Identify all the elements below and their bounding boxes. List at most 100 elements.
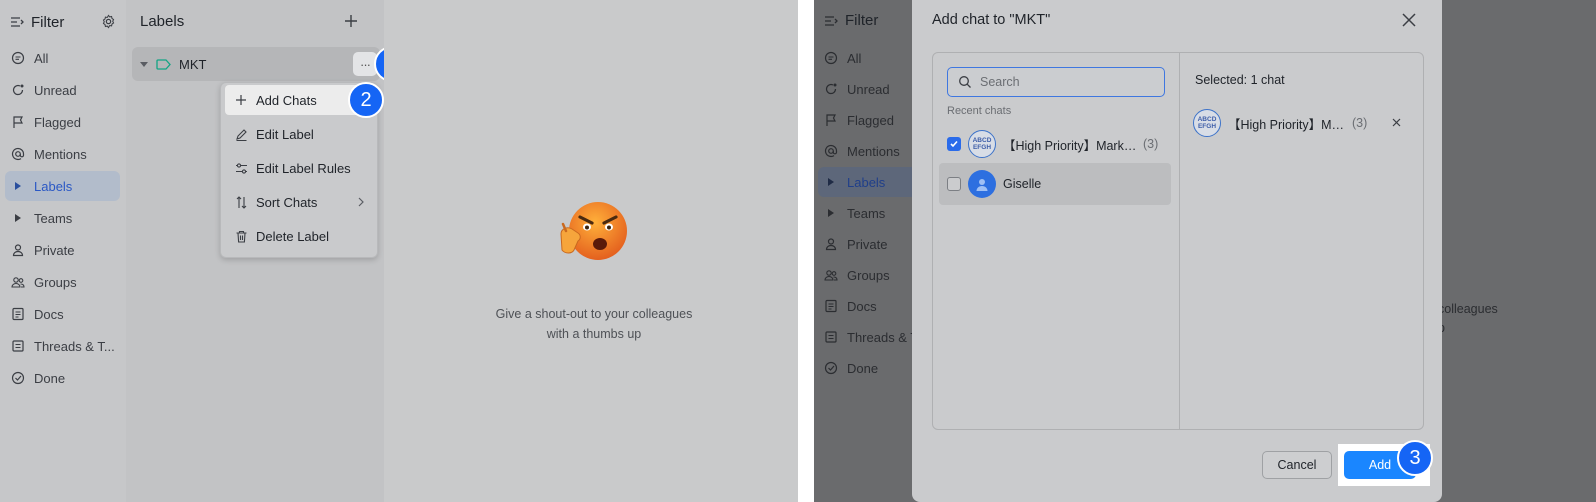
empty-state-line-1: Give a shout-out to your colleagues	[495, 307, 693, 321]
sidebar-item-mentions[interactable]: Mentions	[5, 139, 120, 169]
angry-emoji-icon	[560, 202, 627, 260]
dialog-title: Add chat to "MKT"	[932, 12, 1051, 28]
recent-chats-label: Recent chats	[947, 105, 1012, 117]
checkbox-checked[interactable]	[947, 137, 961, 151]
menu-item-edit-label[interactable]: Edit Label	[225, 119, 375, 149]
chat-row-high-priority[interactable]: ABCD EFGH 【High Priority】Marke... (3)	[939, 123, 1171, 165]
sidebar-title: Filter	[845, 12, 879, 29]
search-field[interactable]	[947, 67, 1165, 97]
user-avatar-icon	[968, 170, 996, 198]
right-screenshot: Filter All Unread Flagged Mentions Label…	[814, 0, 1596, 502]
thread-icon	[824, 330, 838, 344]
filter-icon	[825, 15, 838, 26]
tag-icon	[156, 58, 171, 70]
sidebar-item-label: Mentions	[34, 146, 87, 162]
group-icon	[11, 275, 25, 289]
sidebar-item-label: Groups	[847, 267, 890, 283]
sidebar-header: Filter	[10, 12, 116, 32]
empty-state-line-2: with a thumbs up	[546, 327, 642, 341]
labels-title: Labels	[140, 13, 185, 30]
sliders-icon	[234, 161, 248, 175]
caret-down-icon[interactable]	[140, 61, 148, 67]
plus-icon[interactable]	[342, 12, 360, 30]
menu-item-edit-label-rules[interactable]: Edit Label Rules	[225, 153, 375, 183]
sidebar-item-label: All	[847, 50, 862, 66]
sidebar-item-docs[interactable]: Docs	[5, 299, 120, 329]
menu-item-label: Edit Label Rules	[256, 160, 351, 176]
triangle-icon	[824, 206, 838, 220]
chat-row-giselle[interactable]: Giselle	[939, 163, 1171, 205]
group-icon	[824, 268, 838, 282]
checkbox-unchecked[interactable]	[947, 177, 961, 191]
chat-bubble-icon	[11, 51, 25, 65]
sidebar-item-flagged[interactable]: Flagged	[5, 107, 120, 137]
chat-bubble-icon	[824, 51, 838, 65]
filter-icon[interactable]	[10, 15, 24, 29]
refresh-icon	[824, 82, 838, 96]
column-divider	[1179, 53, 1180, 429]
sidebar-item-label: Docs	[847, 298, 877, 314]
sidebar-item-label: Docs	[34, 306, 64, 322]
close-icon[interactable]	[1401, 12, 1417, 28]
plus-icon	[234, 93, 248, 107]
pencil-icon	[234, 127, 248, 141]
sidebar-item-label: Threads & T...	[34, 338, 115, 354]
sidebar-item-labels[interactable]: Labels	[5, 171, 120, 201]
group-avatar: ABCD EFGH	[1193, 109, 1221, 137]
remove-icon[interactable]	[1391, 117, 1402, 128]
sidebar-item-label: Mentions	[847, 143, 900, 159]
member-count: (3)	[1352, 116, 1368, 130]
menu-item-label: Sort Chats	[256, 194, 318, 210]
sidebar-item-label: Teams	[34, 210, 73, 226]
filter-sidebar: Filter All Unread Flagged Mentions Label…	[0, 0, 126, 502]
flag-icon	[11, 115, 25, 129]
sidebar-title: Filter	[31, 13, 65, 31]
sidebar-item-unread[interactable]: Unread	[5, 75, 120, 105]
sidebar-item-done[interactable]: Done	[5, 363, 120, 393]
step-badge-2: 2	[348, 82, 384, 118]
thread-icon	[11, 339, 25, 353]
at-icon	[11, 147, 25, 161]
member-count: (3)	[1143, 137, 1159, 151]
sidebar-header: Filter	[824, 12, 878, 29]
selected-chat-item: ABCD EFGH 【High Priority】Mark... (3)	[1193, 108, 1415, 138]
sidebar-item-teams[interactable]: Teams	[5, 203, 120, 233]
sort-icon	[234, 195, 248, 209]
gear-icon[interactable]	[101, 14, 116, 29]
add-chat-dialog: Add chat to "MKT" Recent chats ABCD EFGH…	[912, 0, 1442, 502]
sidebar-item-label: Flagged	[847, 112, 894, 128]
selected-count-label: Selected: 1 chat	[1195, 73, 1285, 87]
triangle-icon	[824, 175, 838, 189]
search-icon	[959, 76, 971, 88]
sidebar-item-label: Private	[847, 236, 888, 252]
sidebar-item-label: Labels	[34, 178, 73, 194]
sidebar-item-label: Labels	[847, 174, 886, 190]
sidebar-item-label: Unread	[34, 82, 77, 98]
sidebar-item-label: Groups	[34, 274, 77, 290]
sidebar-item-threads[interactable]: Threads & T...	[5, 331, 120, 361]
at-icon	[824, 144, 838, 158]
sidebar-item-private[interactable]: Private	[5, 235, 120, 265]
check-circle-icon	[11, 371, 25, 385]
sidebar-item-groups[interactable]: Groups	[5, 267, 120, 297]
menu-item-sort-chats[interactable]: Sort Chats	[225, 187, 375, 217]
chat-empty-area: Give a shout-out to your colleagues with…	[384, 0, 798, 502]
menu-item-delete-label[interactable]: Delete Label	[225, 221, 375, 251]
dialog-body: Recent chats ABCD EFGH 【High Priority】Ma…	[932, 52, 1424, 430]
background-text-line-1: colleagues	[1438, 302, 1498, 316]
label-name: MKT	[179, 56, 207, 72]
trash-icon	[234, 229, 248, 243]
check-circle-icon	[824, 361, 838, 375]
sidebar-item-label: Private	[34, 242, 75, 258]
group-avatar: ABCD EFGH	[968, 130, 996, 158]
sidebar-item-label: Flagged	[34, 114, 81, 130]
sidebar-item-all[interactable]: All	[5, 43, 120, 73]
sidebar-item-label: Unread	[847, 81, 890, 97]
filter-sidebar-dimmed: Filter All Unread Flagged Mentions Label…	[814, 0, 928, 502]
label-row-mkt[interactable]: MKT	[132, 47, 380, 81]
search-input[interactable]	[980, 75, 1150, 89]
doc-icon	[11, 307, 25, 321]
menu-item-label: Add Chats	[256, 92, 317, 108]
menu-item-label: Edit Label	[256, 126, 314, 142]
cancel-button[interactable]: Cancel	[1262, 451, 1332, 479]
